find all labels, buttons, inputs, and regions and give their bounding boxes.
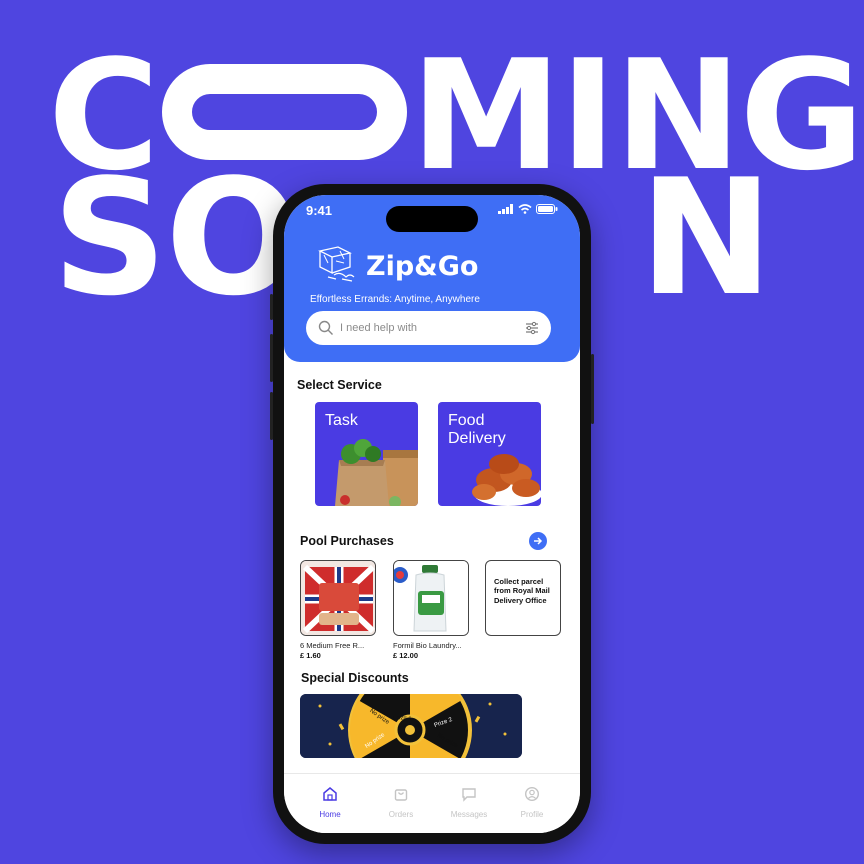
wifi-icon (518, 204, 532, 214)
phone-screen: 9:41 Zip&Go Effortless Errands: Anytime,… (284, 195, 580, 833)
tab-home[interactable]: Home (305, 786, 355, 819)
pool-item-laundry-price: £ 12.00 (393, 651, 419, 660)
tab-messages[interactable]: Messages (444, 786, 494, 819)
phone-power-button (591, 354, 594, 424)
pool-item-eggs[interactable] (300, 560, 376, 636)
tab-profile-label: Profile (520, 810, 544, 819)
service-card-task[interactable]: Task (315, 402, 418, 506)
chat-icon (462, 788, 476, 802)
app-name: Zip&Go (366, 251, 479, 282)
search-bar[interactable]: I need help with (306, 311, 551, 345)
status-time: 9:41 (306, 203, 333, 218)
pool-item-laundry-name: Formil Bio Laundry... (393, 641, 462, 650)
headline-soon-start: SO (52, 144, 301, 331)
status-icons (498, 204, 558, 214)
battery-icon (536, 204, 558, 214)
pool-item-laundry[interactable] (393, 560, 469, 636)
status-bar: 9:41 (284, 195, 580, 232)
tab-orders[interactable]: Orders (376, 786, 426, 819)
grocery-bag-image (335, 439, 418, 506)
search-icon (318, 320, 333, 335)
pool-item-eggs-name: 6 Medium Free R... (300, 641, 365, 650)
phone-volume-down-button (270, 392, 273, 440)
tab-profile[interactable]: Profile (507, 786, 557, 819)
signal-icon (498, 204, 513, 214)
headline-soon-end: N (639, 144, 773, 331)
pool-purchases-title: Pool Purchases (300, 534, 394, 548)
home-icon (323, 787, 337, 801)
pool-item-parcel[interactable]: Collect parcel from Royal Mail Delivery … (485, 560, 561, 636)
pool-purchases-arrow-button[interactable] (529, 532, 547, 550)
pool-item-parcel-text: Collect parcel from Royal Mail Delivery … (494, 577, 550, 605)
special-discounts-title: Special Discounts (301, 671, 409, 685)
app-tagline: Effortless Errands: Anytime, Anywhere (310, 294, 480, 305)
laundry-product-image (394, 561, 468, 635)
fried-chicken-image (472, 454, 541, 506)
phone-volume-up-button (270, 334, 273, 382)
search-placeholder: I need help with (340, 322, 418, 334)
tab-home-label: Home (319, 810, 341, 819)
service-card-food-delivery[interactable]: Food Delivery (438, 402, 541, 506)
profile-icon (524, 786, 540, 802)
zipgo-logo-icon (318, 246, 355, 282)
prize-wheel-image (300, 694, 522, 758)
tab-messages-label: Messages (450, 810, 488, 819)
select-service-title: Select Service (297, 378, 382, 392)
eggs-product-image (301, 561, 375, 635)
wheel-label-4: Prize 1 (392, 714, 411, 720)
pool-item-eggs-price: £ 1.60 (300, 651, 321, 660)
dynamic-island (386, 206, 478, 232)
filter-icon[interactable] (525, 321, 539, 335)
shopping-bag-icon (394, 789, 408, 801)
spin-wheel-banner[interactable]: No prize Prize 2 No prize Prize 1 No pri… (300, 694, 522, 758)
bottom-tab-bar: Home Orders Messages Profile (284, 773, 580, 833)
phone-mute-button (270, 294, 273, 320)
phone-mockup: 9:41 Zip&Go Effortless Errands: Anytime,… (270, 184, 594, 844)
tab-orders-label: Orders (388, 810, 414, 819)
app-header: 9:41 Zip&Go Effortless Errands: Anytime,… (284, 195, 580, 362)
arrow-right-icon (534, 537, 543, 545)
